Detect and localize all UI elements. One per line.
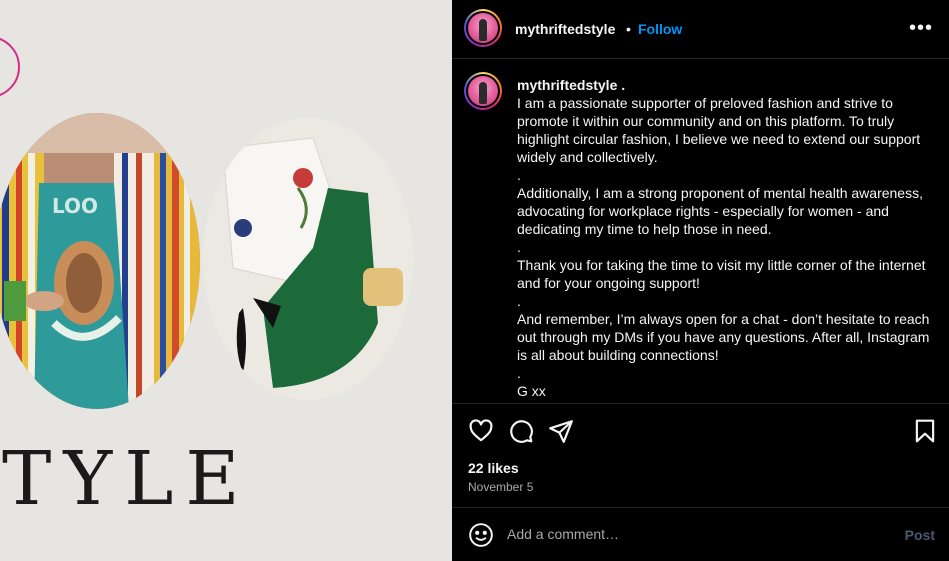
caption-paragraph: . xyxy=(517,239,521,255)
caption-username-text[interactable]: mythriftedstyle xyxy=(517,77,617,93)
post-header: mythriftedstyle • Follow ••• xyxy=(452,0,949,59)
comment-input[interactable] xyxy=(507,523,887,545)
follow-button[interactable]: Follow xyxy=(638,21,682,37)
outfit-photo-left: LOO xyxy=(0,113,200,409)
caption-text: I am a passionate supporter of preloved … xyxy=(517,94,937,400)
share-icon[interactable] xyxy=(548,418,574,444)
post-comment-button[interactable]: Post xyxy=(905,527,935,543)
heart-icon[interactable] xyxy=(468,418,494,444)
caption-paragraph: . xyxy=(517,167,521,183)
post-sidebar: mythriftedstyle • Follow ••• mythrifteds… xyxy=(452,0,949,561)
outfit-photo-right xyxy=(203,118,413,400)
overlay-title-text: TYLE xyxy=(2,436,252,522)
caption-paragraph: Thank you for taking the time to visit m… xyxy=(517,257,926,291)
caption-paragraph: And remember, I’m always open for a chat… xyxy=(517,311,930,363)
username-link[interactable]: mythriftedstyle xyxy=(515,21,615,37)
svg-text:LOO: LOO xyxy=(52,194,98,218)
bookmark-icon[interactable] xyxy=(912,418,938,444)
caption-paragraph: Additionally, I am a strong proponent of… xyxy=(517,185,923,237)
like-count[interactable]: 22 likes xyxy=(468,460,519,476)
emoji-icon[interactable] xyxy=(468,522,494,548)
pink-circle-decoration xyxy=(0,36,20,98)
caption-paragraph: I am a passionate supporter of preloved … xyxy=(517,95,921,165)
comment-bar: Post xyxy=(452,508,949,561)
post-image[interactable]: LOO TYLE xyxy=(0,0,452,561)
caption-paragraph: G xx xyxy=(517,383,546,399)
post-date[interactable]: November 5 xyxy=(468,480,533,494)
action-bar: 22 likes November 5 xyxy=(452,404,949,508)
caption-paragraph: . xyxy=(517,293,521,309)
caption-username[interactable]: mythriftedstyle . xyxy=(517,77,625,93)
avatar[interactable] xyxy=(464,9,502,47)
more-options-icon[interactable]: ••• xyxy=(909,18,933,38)
separator-dot: • xyxy=(626,21,631,37)
caption-avatar[interactable] xyxy=(464,72,502,110)
comment-icon[interactable] xyxy=(508,418,534,444)
caption: mythriftedstyle . I am a passionate supp… xyxy=(452,60,949,404)
caption-paragraph: . xyxy=(517,365,521,381)
caption-username-suffix: . xyxy=(617,77,626,93)
